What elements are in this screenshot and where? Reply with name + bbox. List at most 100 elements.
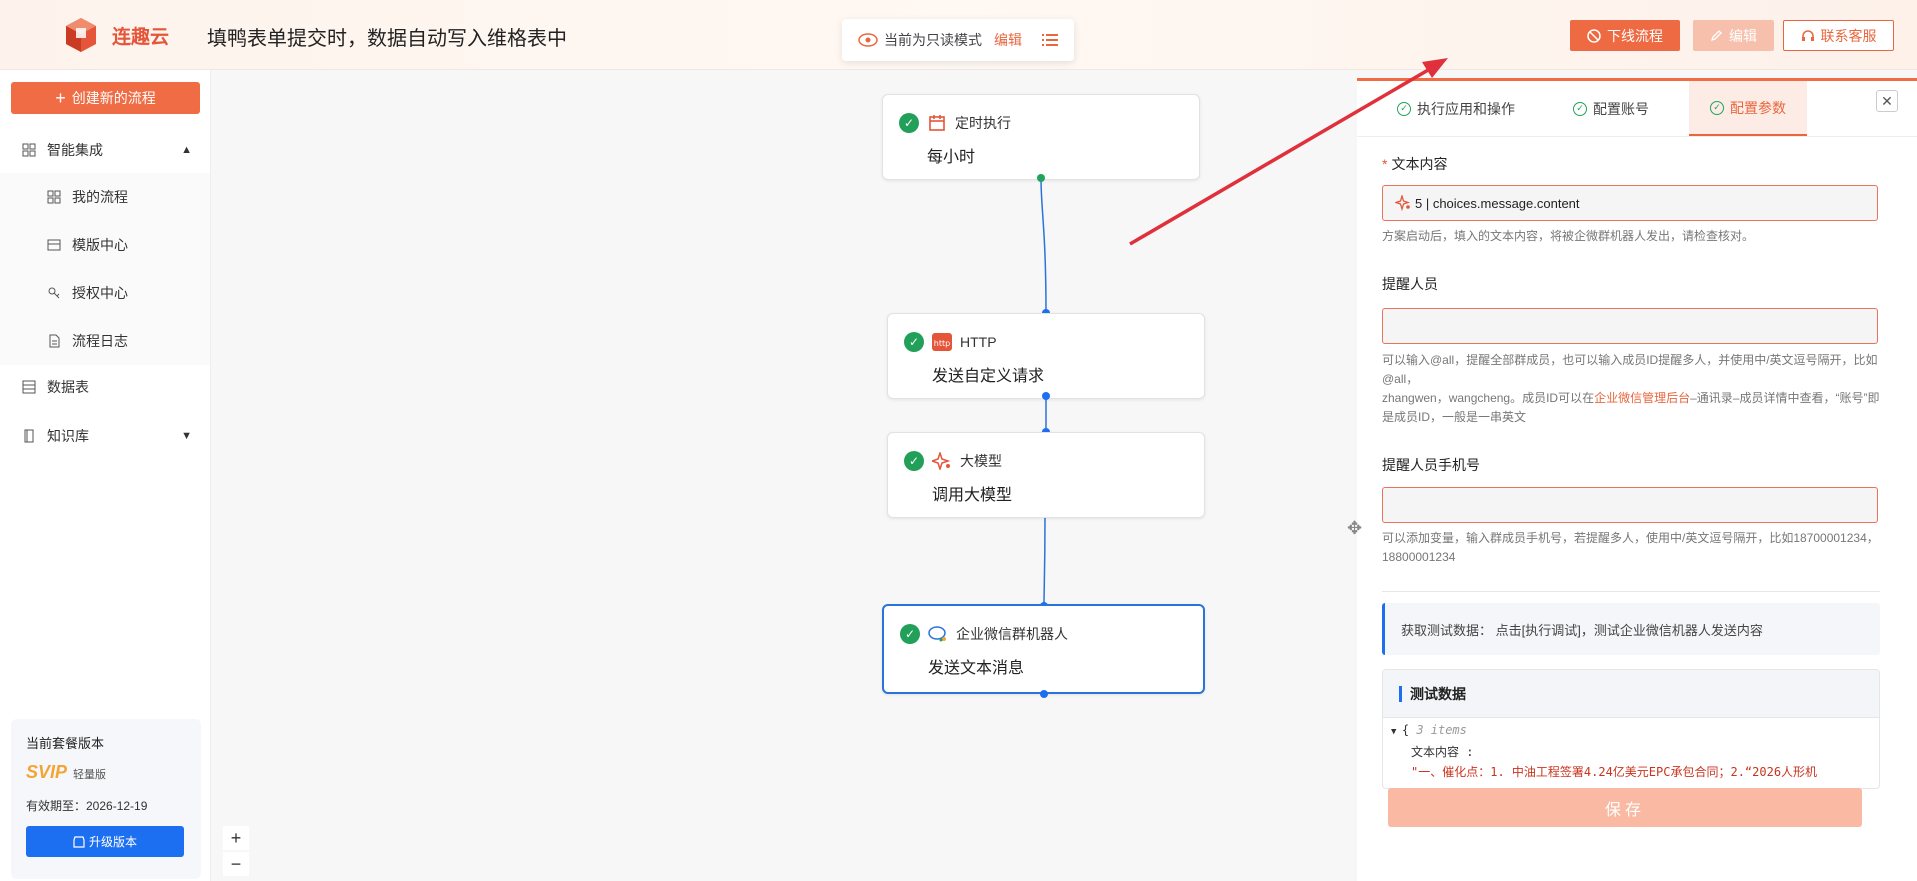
variable-chip[interactable]: 5 | choices.message.content	[1395, 195, 1580, 211]
plan-expiry: 有效期至：2026-12-19	[26, 799, 148, 813]
sidebar-item-label: 授权中心	[72, 285, 128, 301]
wecom-admin-link[interactable]: 企业微信管理后台	[1594, 391, 1690, 405]
config-tabs: ✓ 执行应用和操作 ✓ 配置账号 ✓ 配置参数 ✕	[1357, 81, 1917, 137]
top-header: 连趣云 填鸭表单提交时，数据自动写入维格表中 当前为只读模式 编辑 下线流程 编…	[0, 0, 1917, 70]
chevron-down-icon[interactable]: ▼	[181, 430, 192, 442]
sparkle-icon	[1395, 195, 1411, 211]
check-circle-icon: ✓	[1573, 101, 1587, 116]
plan-edition: 轻量版	[73, 769, 107, 781]
upgrade-button[interactable]: 升级版本	[26, 826, 184, 857]
flow-node-llm[interactable]: ✓ 大模型 调用大模型	[887, 432, 1205, 518]
edit-button[interactable]: 编辑	[1693, 20, 1774, 51]
sidebar-item-auth[interactable]: 授权中心	[0, 269, 210, 317]
node-app-name: HTTP	[960, 334, 997, 350]
svip-badge: SVIP	[26, 762, 68, 782]
sidebar-item-label: 我的流程	[72, 189, 128, 205]
brand-name: 连趣云	[112, 27, 170, 48]
flow-node-schedule[interactable]: ✓ 定时执行 每小时	[882, 94, 1200, 180]
connector-dot	[1037, 174, 1045, 182]
json-brace: {	[1401, 723, 1410, 737]
plan-level: SVIP 轻量版	[26, 762, 186, 783]
node-action-name: 每小时	[927, 149, 976, 166]
mention-field[interactable]	[1382, 308, 1878, 344]
node-action-name: 调用大模型	[932, 487, 1013, 504]
contact-service-button[interactable]: 联系客服	[1783, 20, 1894, 51]
pencil-icon	[1710, 30, 1722, 42]
flow-canvas[interactable]: ✓ 定时执行 每小时 ✓ http HTTP 发送自定义请求 ✓ 大模型 调用大…	[211, 70, 1357, 881]
tab-app-action[interactable]: ✓ 执行应用和操作	[1397, 81, 1547, 136]
close-icon[interactable]: ✕	[1876, 90, 1898, 112]
grid-icon	[22, 143, 36, 157]
readonly-text: 当前为只读模式	[884, 32, 982, 48]
sidebar-item-knowledge[interactable]: 知识库 ▼	[0, 413, 210, 459]
create-flow-label: 创建新的流程	[71, 90, 156, 106]
key-icon	[48, 287, 60, 299]
flow-node-wecom[interactable]: ✓ 企业微信群机器人 发送文本消息	[882, 604, 1205, 694]
resize-handle-icon[interactable]: ✥	[1347, 518, 1362, 539]
node-action-name: 发送自定义请求	[932, 368, 1045, 385]
json-count: 3 items	[1416, 723, 1467, 737]
sidebar-item-integration[interactable]: 智能集成 ▲	[0, 127, 210, 173]
zoom-out-button[interactable]: −	[223, 852, 249, 876]
edit-label: 编辑	[1729, 27, 1757, 44]
tab-params[interactable]: ✓ 配置参数	[1689, 81, 1807, 136]
test-tip: 获取测试数据： 点击[执行调试]，测试企业微信机器人发送内容	[1382, 603, 1880, 655]
check-circle-icon: ✓	[1397, 101, 1411, 116]
json-value: "一、催化点：1. 中油工程签署4.24亿美元EPC承包合同；2.“2026人形…	[1411, 765, 1818, 779]
tab-account[interactable]: ✓ 配置账号	[1573, 81, 1683, 136]
tab-label: 配置账号	[1593, 100, 1649, 117]
json-key: 文本内容 :	[1411, 745, 1474, 759]
offline-flow-button[interactable]: 下线流程	[1570, 20, 1680, 51]
readonly-edit-link[interactable]: 编辑	[994, 30, 1022, 50]
sidebar-item-label: 模版中心	[72, 237, 128, 253]
plus-icon: +	[55, 88, 66, 108]
sidebar: + 创建新的流程 智能集成 ▲ 我的流程 模版中心 授权中心 流程日志 数据表 …	[0, 70, 211, 881]
text-content-label: * 文本内容	[1382, 156, 1448, 172]
page-title: 填鸭表单提交时，数据自动写入维格表中	[207, 28, 567, 50]
sidebar-item-label: 数据表	[47, 379, 89, 395]
sidebar-item-label: 流程日志	[72, 333, 128, 349]
node-action-name: 发送文本消息	[928, 660, 1025, 677]
text-content-field[interactable]: 5 | choices.message.content	[1382, 185, 1878, 221]
test-data-header: 测试数据	[1383, 670, 1879, 718]
check-icon: ✓	[904, 451, 924, 471]
mention-hint: 可以输入@all，提醒全部群成员，也可以输入成员ID提醒多人，并使用中/英文逗号…	[1382, 353, 1880, 424]
text-content-hint: 方案启动后，填入的文本内容，将被企微群机器人发出，请检查核对。	[1382, 229, 1755, 243]
file-icon	[49, 334, 60, 348]
node-app-name: 企业微信群机器人	[956, 626, 1068, 642]
eye-icon	[858, 33, 878, 47]
http-icon: http	[932, 332, 952, 352]
collapse-icon[interactable]: ▼	[1391, 727, 1402, 737]
sidebar-item-my-flows[interactable]: 我的流程	[0, 173, 210, 221]
calendar-icon	[927, 113, 947, 133]
sidebar-item-label: 智能集成	[47, 142, 103, 158]
divider	[1382, 591, 1880, 592]
sidebar-item-datatable[interactable]: 数据表	[0, 364, 210, 410]
plan-card: 当前套餐版本 SVIP 轻量版 有效期至：2026-12-19 升级版本	[11, 719, 201, 879]
save-button[interactable]: 保存	[1388, 788, 1862, 827]
logo-icon	[66, 18, 96, 52]
zoom-in-button[interactable]: +	[223, 826, 249, 850]
shop-icon	[73, 835, 85, 848]
svg-text:http: http	[934, 339, 950, 348]
test-data-box: 测试数据 ▼ { 3 items 文本内容 : "一、催化点：1. 中油工程签署…	[1382, 669, 1880, 789]
node-app-name: 定时执行	[955, 115, 1011, 131]
sidebar-item-logs[interactable]: 流程日志	[0, 317, 210, 365]
headset-icon	[1801, 29, 1814, 41]
list-icon[interactable]	[1042, 33, 1058, 47]
check-icon: ✓	[904, 332, 924, 352]
create-flow-button[interactable]: + 创建新的流程	[11, 82, 200, 114]
connector-dot	[1042, 392, 1050, 400]
tab-label: 执行应用和操作	[1417, 100, 1515, 117]
chevron-up-icon[interactable]: ▲	[181, 144, 192, 156]
mention-phone-field[interactable]	[1382, 487, 1878, 523]
json-viewer[interactable]: ▼ { 3 items 文本内容 : "一、催化点：1. 中油工程签署4.24亿…	[1383, 718, 1879, 784]
check-circle-icon: ✓	[1710, 100, 1724, 115]
flow-node-http[interactable]: ✓ http HTTP 发送自定义请求	[887, 313, 1205, 399]
offline-flow-label: 下线流程	[1607, 27, 1663, 44]
variable-chip-label: 5 | choices.message.content	[1415, 195, 1580, 211]
sidebar-item-label: 知识库	[47, 428, 89, 444]
node-app-name: 大模型	[960, 453, 1002, 469]
sidebar-item-templates[interactable]: 模版中心	[0, 221, 210, 269]
check-icon: ✓	[900, 624, 920, 644]
